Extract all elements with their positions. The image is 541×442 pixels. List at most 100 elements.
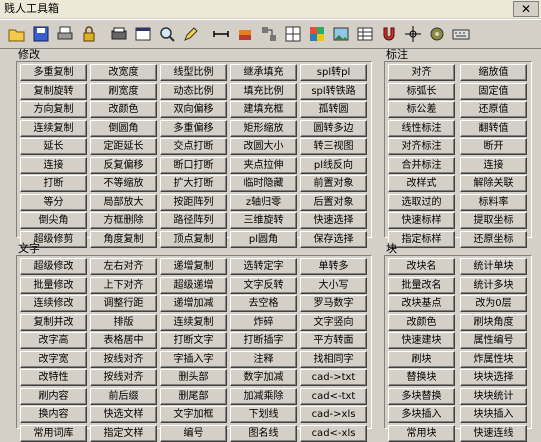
modify-button[interactable]: spl转pl (300, 64, 367, 81)
modify-button[interactable]: 改颜色 (90, 101, 157, 118)
modify-button[interactable]: 继承填充 (230, 64, 297, 81)
text-button[interactable]: 去空格 (230, 295, 297, 312)
text-button[interactable]: 打断文字 (160, 332, 227, 349)
modify-button[interactable]: pl圆角 (230, 230, 297, 248)
modify-button[interactable]: 方向复制 (20, 101, 87, 118)
text-button[interactable]: 字插入字 (160, 350, 227, 368)
modify-button[interactable]: 连接 (20, 156, 87, 174)
modify-button[interactable]: 连续复制 (20, 119, 87, 137)
modify-button[interactable]: 交点打断 (160, 138, 227, 155)
block-button[interactable]: 块块统计 (460, 387, 527, 405)
dimension-button[interactable]: 线性标注 (388, 119, 455, 137)
dimension-button[interactable]: 标弧长 (388, 82, 455, 100)
dimension-button[interactable]: 对齐 (388, 64, 455, 81)
layer-icon[interactable] (234, 23, 256, 45)
text-button[interactable]: 表格居中 (90, 332, 157, 349)
modify-button[interactable]: 方框删除 (90, 212, 157, 229)
dimension-button[interactable]: 对齐标注 (388, 138, 455, 155)
block-button[interactable]: 替换块 (388, 369, 455, 386)
text-button[interactable]: 找相同字 (300, 350, 367, 368)
text-button[interactable]: 左右对齐 (90, 258, 157, 275)
text-button[interactable]: 罗马数字 (300, 295, 367, 312)
text-button[interactable]: 炸碎 (230, 313, 297, 331)
modify-button[interactable]: 复制旋转 (20, 82, 87, 100)
text-button[interactable]: 平方转面 (300, 332, 367, 349)
modify-button[interactable]: 夹点拉伸 (230, 156, 297, 174)
text-button[interactable]: cad<-txt (300, 387, 367, 405)
crosshair-icon[interactable] (402, 23, 424, 45)
block-button[interactable]: 刷块角度 (460, 313, 527, 331)
text-button[interactable]: 批量修改 (20, 276, 87, 294)
text-button[interactable]: 上下对齐 (90, 276, 157, 294)
text-button[interactable]: 递增加减 (160, 295, 227, 312)
dimension-button[interactable]: 合并标注 (388, 156, 455, 174)
text-button[interactable]: 递增复制 (160, 258, 227, 275)
modify-button[interactable]: 建填充框 (230, 101, 297, 118)
block-button[interactable]: 炸属性块 (460, 350, 527, 368)
block-button[interactable]: 常用块 (388, 424, 455, 442)
block-button[interactable]: 改块基点 (388, 295, 455, 312)
text-button[interactable]: 超级递增 (160, 276, 227, 294)
modify-button[interactable]: 临时隐藏 (230, 175, 297, 192)
modify-button[interactable]: 孤转圆 (300, 101, 367, 118)
dimension-button[interactable]: 还原值 (460, 101, 527, 118)
text-button[interactable]: 编号 (160, 424, 227, 442)
block-button[interactable]: 统计多块 (460, 276, 527, 294)
close-button[interactable]: ✕ (513, 1, 539, 17)
modify-button[interactable]: 填充比例 (230, 82, 297, 100)
text-button[interactable]: 删头部 (160, 369, 227, 386)
dimension-button[interactable]: 改样式 (388, 175, 455, 192)
text-button[interactable]: 常用词库 (20, 424, 87, 442)
text-button[interactable]: 文字竖向 (300, 313, 367, 331)
table-icon[interactable] (354, 23, 376, 45)
text-button[interactable]: 大小写 (300, 276, 367, 294)
dimension-icon[interactable] (210, 23, 232, 45)
modify-button[interactable]: z轴归零 (230, 193, 297, 211)
text-button[interactable]: 调整行距 (90, 295, 157, 312)
modify-button[interactable]: spl转铁路 (300, 82, 367, 100)
block-button[interactable]: 统计单块 (460, 258, 527, 275)
text-button[interactable]: 快选文样 (90, 406, 157, 423)
dimension-button[interactable]: 缩放值 (460, 64, 527, 81)
text-button[interactable]: 删尾部 (160, 387, 227, 405)
modify-button[interactable]: 延长 (20, 138, 87, 155)
text-button[interactable]: 复制并改 (20, 313, 87, 331)
text-button[interactable]: 选转定字 (230, 258, 297, 275)
text-button[interactable]: 排版 (90, 313, 157, 331)
dimension-button[interactable]: 解除关联 (460, 175, 527, 192)
dimension-button[interactable]: 指定标样 (388, 230, 455, 248)
text-button[interactable]: 打断插字 (230, 332, 297, 349)
modify-button[interactable]: 打断 (20, 175, 87, 192)
text-button[interactable]: 下划线 (230, 406, 297, 423)
modify-button[interactable]: 定距延长 (90, 138, 157, 155)
modify-button[interactable]: 动态比例 (160, 82, 227, 100)
text-button[interactable]: cad->xls (300, 406, 367, 423)
modify-button[interactable]: 线型比例 (160, 64, 227, 81)
modify-button[interactable]: 反复偏移 (90, 156, 157, 174)
modify-button[interactable]: pl线反向 (300, 156, 367, 174)
text-button[interactable]: 改字宽 (20, 350, 87, 368)
block-button[interactable]: 批量改名 (388, 276, 455, 294)
lock-icon[interactable] (78, 23, 100, 45)
dimension-button[interactable]: 连接 (460, 156, 527, 174)
block-button[interactable]: 改颜色 (388, 313, 455, 331)
modify-button[interactable]: 后置对象 (300, 193, 367, 211)
text-button[interactable]: 超级修改 (20, 258, 87, 275)
block-button[interactable]: 快速建块 (388, 332, 455, 349)
dimension-button[interactable]: 还原坐标 (460, 230, 527, 248)
block-button[interactable]: 快速连线 (460, 424, 527, 442)
grid-icon[interactable] (282, 23, 304, 45)
modify-button[interactable]: 倒圆角 (90, 119, 157, 137)
text-button[interactable]: 前后缀 (90, 387, 157, 405)
search-icon[interactable] (156, 23, 178, 45)
modify-button[interactable]: 局部放大 (90, 193, 157, 211)
dimension-button[interactable]: 标料率 (460, 193, 527, 211)
magnet-icon[interactable] (378, 23, 400, 45)
text-button[interactable]: 连续修改 (20, 295, 87, 312)
modify-button[interactable]: 改宽度 (90, 64, 157, 81)
gear-icon[interactable] (426, 23, 448, 45)
block-button[interactable]: 块块插入 (460, 406, 527, 423)
block-button[interactable]: 刷块 (388, 350, 455, 368)
pencil-icon[interactable] (180, 23, 202, 45)
block-button[interactable]: 属性编号 (460, 332, 527, 349)
